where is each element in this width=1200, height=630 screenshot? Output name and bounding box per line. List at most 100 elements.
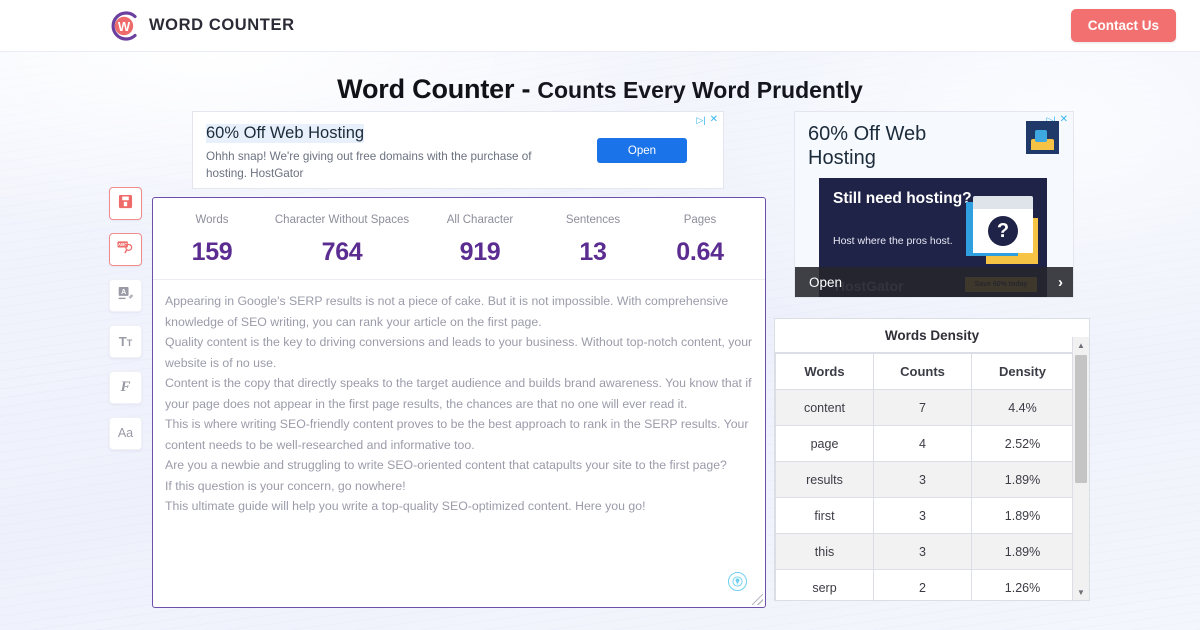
editor-paragraph: If this question is your concern, go now… [165, 478, 406, 493]
words-density-title: Words Density [775, 319, 1089, 353]
cell-density: 1.89% [971, 461, 1074, 498]
scroll-down-arrow-icon[interactable]: ▼ [1073, 584, 1089, 600]
stats-row: Words 159 Character Without Spaces 764 A… [153, 198, 765, 280]
floppy-disk-icon [118, 194, 133, 214]
browser-question-illustration-icon: ? [966, 196, 1038, 266]
svg-text:A: A [121, 289, 126, 296]
stat-label: All Character [446, 214, 514, 226]
stat-value: 764 [321, 238, 363, 266]
grammar-check-icon[interactable] [728, 572, 747, 591]
letter-case-icon: Aa [117, 426, 134, 441]
page-title-main: Word Counter - [337, 74, 531, 104]
script-font-icon: F [120, 379, 131, 395]
stat-character-without-spaces: Character Without Spaces 764 [263, 214, 421, 267]
abc-spellcheck-icon: ABC [117, 239, 134, 260]
cell-density: 1.26% [971, 569, 1074, 600]
table-row: serp 2 1.26% [775, 569, 1074, 600]
table-row: first 3 1.89% [775, 497, 1074, 534]
editor-paragraph: Appearing in Google's SERP results is no… [165, 294, 729, 329]
cell-word: content [775, 389, 874, 426]
stat-value: 0.64 [676, 238, 724, 266]
letter-case-button[interactable]: Aa [109, 417, 142, 450]
editor-tool-rail: ABC A TT F Aa [109, 187, 142, 450]
editor-paragraph: This is where writing SEO-friendly conte… [165, 417, 749, 452]
scroll-up-arrow-icon[interactable]: ▲ [1073, 337, 1089, 353]
banner-ad-open-button[interactable]: Open [597, 138, 687, 163]
cell-density: 1.89% [971, 533, 1074, 570]
text-editor-area[interactable]: Appearing in Google's SERP results is no… [153, 280, 765, 607]
chevron-right-icon[interactable]: › [1058, 274, 1063, 291]
banner-ad-controls[interactable]: ▷| ✕ [696, 115, 718, 125]
stat-label: Words [195, 214, 229, 226]
save-button[interactable] [109, 187, 142, 220]
clear-formatting-button[interactable]: A [109, 279, 142, 312]
resize-grip-icon[interactable] [752, 594, 763, 605]
ad-creative-headline: Still need hosting? [833, 190, 972, 207]
editor-paragraph: Content is the copy that directly speaks… [165, 376, 752, 411]
banner-ad-body: Ohhh snap! We're giving out free domains… [206, 150, 532, 181]
scrollbar-thumb[interactable] [1075, 355, 1087, 483]
stat-label: Pages [683, 214, 717, 226]
cell-density: 2.52% [971, 425, 1074, 462]
side-ad-open-button[interactable]: Open [809, 275, 842, 290]
close-x-icon[interactable]: ✕ [1060, 115, 1068, 125]
side-ad-action-bar: Open › [795, 267, 1073, 297]
stat-value: 159 [191, 238, 233, 266]
cell-word: this [775, 533, 874, 570]
question-mark-glyph: ? [988, 216, 1018, 246]
page-title: Word Counter - Counts Every Word Prudentl… [0, 74, 1200, 105]
column-header-counts: Counts [873, 353, 972, 390]
cell-word: serp [775, 569, 874, 600]
stat-pages: Pages 0.64 [647, 214, 753, 267]
sidebar-advertisement[interactable]: ▷| ✕ 60% Off Web Hosting Still need host… [794, 111, 1074, 298]
adchoices-triangle-icon[interactable]: ▷| [696, 115, 705, 125]
table-row: this 3 1.89% [775, 533, 1074, 570]
word-counter-panel: Words 159 Character Without Spaces 764 A… [152, 197, 766, 608]
table-row: results 3 1.89% [775, 461, 1074, 498]
table-header-row: Words Counts Density [775, 353, 1074, 390]
cell-density: 4.4% [971, 389, 1074, 426]
site-header: W WORD COUNTER Contact Us [0, 0, 1200, 52]
font-size-button[interactable]: TT [109, 325, 142, 358]
contact-us-button[interactable]: Contact Us [1070, 9, 1176, 42]
words-density-table: Words Counts Density content 7 4.4% page… [775, 353, 1074, 600]
spell-check-button[interactable]: ABC [109, 233, 142, 266]
stat-label: Sentences [565, 214, 621, 226]
cell-word: page [775, 425, 874, 462]
stat-sentences: Sentences 13 [539, 214, 647, 267]
cell-count: 3 [873, 461, 972, 498]
stat-words: Words 159 [161, 214, 263, 267]
font-style-button[interactable]: F [109, 371, 142, 404]
svg-text:W: W [118, 19, 131, 34]
ad-creative-body: Host where the pros host. [833, 235, 953, 247]
cell-count: 7 [873, 389, 972, 426]
column-header-density: Density [971, 353, 1074, 390]
brand[interactable]: W WORD COUNTER [108, 10, 295, 42]
editor-paragraph: This ultimate guide will help you write … [165, 499, 646, 514]
banner-ad-headline: 60% Off Web Hosting [206, 124, 365, 143]
page-title-sub: Counts Every Word Prudently [537, 77, 863, 103]
editor-paragraph: Are you a newbie and struggling to write… [165, 458, 727, 473]
table-row: content 7 4.4% [775, 389, 1074, 426]
stat-value: 13 [579, 238, 607, 266]
cell-count: 3 [873, 533, 972, 570]
cell-count: 2 [873, 569, 972, 600]
density-scrollbar[interactable]: ▲ ▼ [1072, 337, 1089, 600]
text-size-icon: TT [118, 334, 133, 349]
stat-label: Character Without Spaces [274, 214, 410, 226]
close-x-icon[interactable]: ✕ [710, 115, 718, 125]
words-density-panel: Words Density Words Counts Density conte… [774, 318, 1090, 601]
column-header-words: Words [775, 353, 874, 390]
editor-paragraph: Quality content is the key to driving co… [165, 335, 753, 370]
cell-word: first [775, 497, 874, 534]
side-ad-thumbnail-icon [1026, 121, 1059, 154]
cell-count: 3 [873, 497, 972, 534]
stat-value: 919 [459, 238, 501, 266]
brand-name: WORD COUNTER [149, 16, 295, 34]
banner-advertisement[interactable]: ▷| ✕ 60% Off Web Hosting Ohhh snap! We'r… [192, 111, 724, 189]
side-ad-headline: 60% Off Web Hosting [808, 123, 927, 169]
text-eraser-icon: A [118, 286, 134, 306]
cell-word: results [775, 461, 874, 498]
stat-all-character: All Character 919 [421, 214, 539, 267]
circle-w-logo-icon: W [108, 10, 140, 42]
